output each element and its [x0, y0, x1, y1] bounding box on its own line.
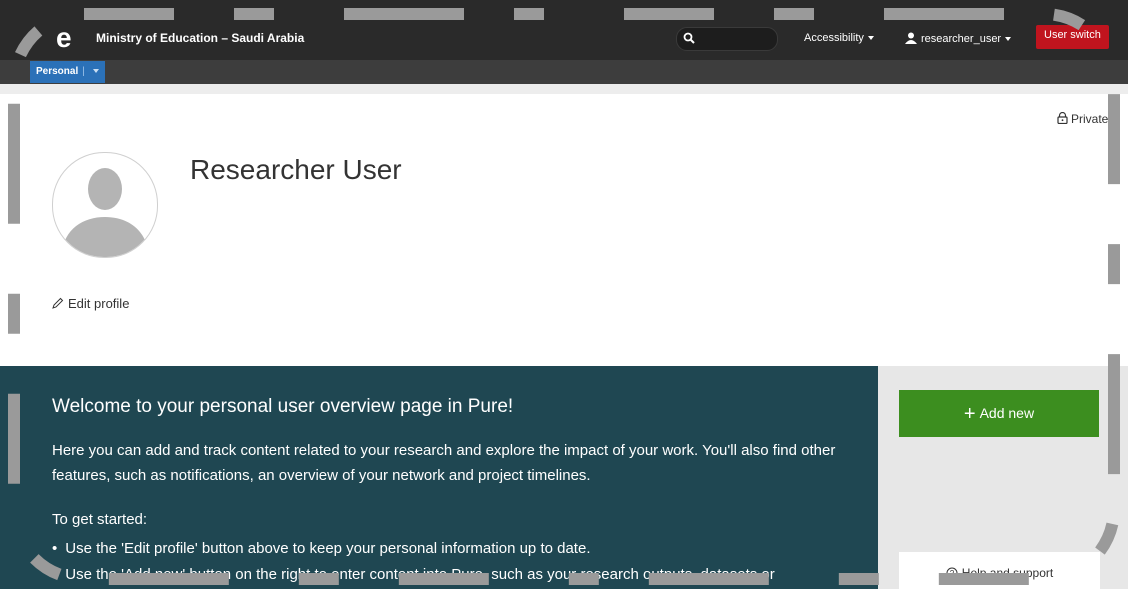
add-new-button[interactable]: + Add new [899, 390, 1099, 437]
chevron-down-icon[interactable] [92, 69, 99, 74]
privacy-indicator[interactable]: Private [1057, 111, 1109, 126]
top-bar [0, 0, 1128, 60]
accessibility-menu[interactable]: Accessibility [804, 32, 874, 44]
search-icon[interactable] [683, 32, 695, 44]
add-new-label: Add new [979, 405, 1035, 421]
getting-started-heading: To get started: [52, 511, 148, 528]
accessibility-label: Accessibility [804, 32, 864, 44]
sub-nav-bar [0, 60, 1128, 84]
plus-icon: + [963, 403, 976, 425]
private-label: Private [1071, 112, 1109, 126]
edit-profile-label: Edit profile [68, 296, 130, 311]
search-box[interactable] [676, 27, 778, 51]
org-name[interactable]: Ministry of Education – Saudi Arabia [96, 31, 304, 45]
profile-name: Researcher User [190, 154, 402, 185]
help-label: Help and support [961, 566, 1054, 580]
getting-started-list: Use the 'Edit profile' button above to k… [52, 536, 775, 588]
header-shadow-strip [0, 84, 1128, 94]
user-label: researcher_user [921, 33, 1002, 45]
help-icon: ? [946, 567, 958, 579]
chevron-down-icon [1005, 37, 1012, 42]
list-item: Use the 'Add new' button on the right to… [52, 562, 774, 588]
lock-icon [1057, 111, 1068, 125]
search-input[interactable] [701, 30, 775, 48]
help-and-support-button[interactable]: ? Help and support [899, 552, 1100, 589]
avatar [52, 152, 158, 258]
list-item: Use the 'Edit profile' button above to k… [52, 536, 775, 562]
avatar-silhouette-icon [61, 168, 149, 257]
tab-separator: | [82, 66, 85, 77]
user-icon [905, 32, 917, 44]
user-menu[interactable]: researcher_user [905, 32, 1012, 45]
pencil-icon [52, 297, 64, 309]
tab-personal-label: Personal [36, 66, 79, 77]
welcome-panel: Welcome to your personal user overview p… [0, 366, 878, 589]
tab-personal[interactable]: Personal | [30, 61, 105, 83]
chevron-down-icon [867, 36, 874, 41]
user-switch-button[interactable]: User switch [1036, 25, 1109, 49]
welcome-title: Welcome to your personal user overview p… [52, 396, 514, 417]
welcome-intro: Here you can add and track content relat… [52, 442, 836, 484]
edit-profile-link[interactable]: Edit profile [52, 296, 129, 311]
pure-logo[interactable]: e [56, 24, 72, 52]
svg-text:?: ? [950, 569, 955, 578]
